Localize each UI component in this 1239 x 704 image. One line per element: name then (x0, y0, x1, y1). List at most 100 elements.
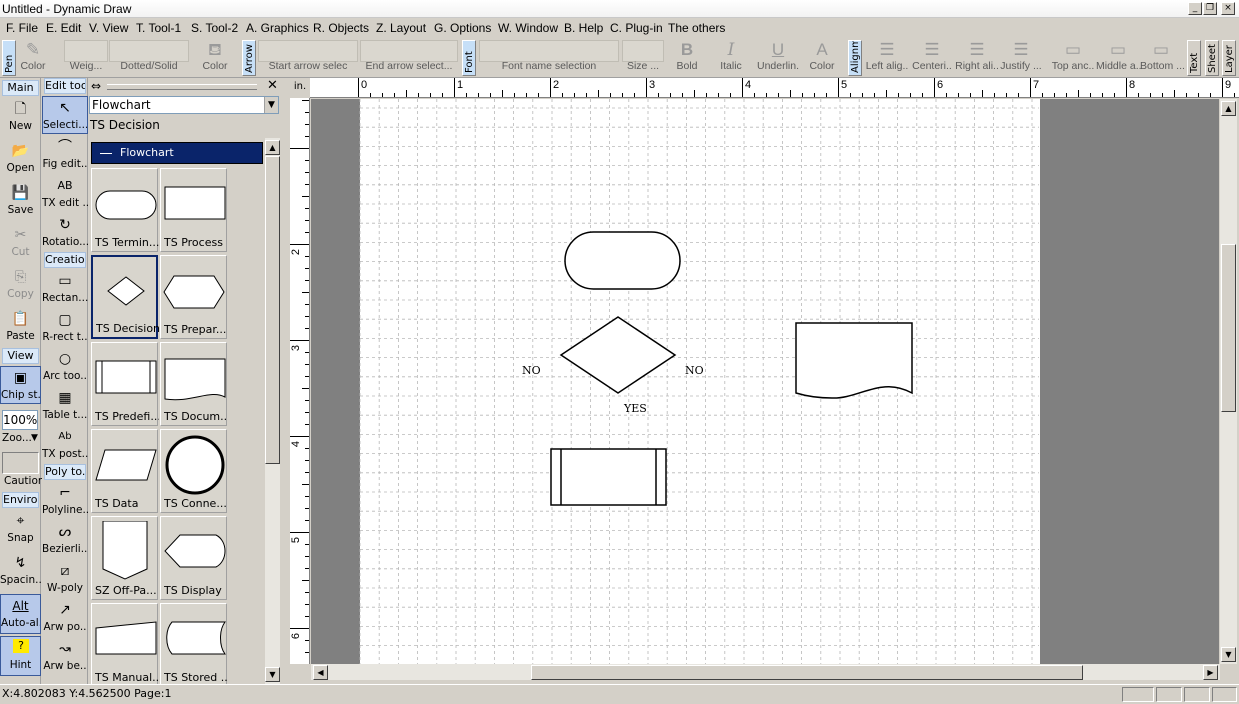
align-left-button[interactable]: ☰ Left alig.. (864, 40, 910, 76)
document-shape[interactable] (795, 322, 913, 399)
shape-predefined[interactable]: TS Predefi... (91, 342, 159, 426)
end-arrow-select[interactable]: End arrow select... (360, 40, 458, 76)
menu-tool1[interactable]: T. Tool-1 (136, 21, 181, 35)
tx-edit-tool[interactable]: AB TX edit .. (42, 175, 88, 217)
auto-align-button[interactable]: Alt Auto-al... (0, 594, 41, 634)
selection-tool[interactable]: ↖ Selecti... (42, 96, 88, 134)
save-button[interactable]: 💾 Save (0, 182, 41, 224)
terminator-shape[interactable] (564, 231, 681, 290)
label-no-right[interactable]: NO (685, 364, 704, 377)
canvas-vscroll-thumb[interactable] (1221, 244, 1236, 412)
middle-anchor-button[interactable]: ▭ Middle a.. (1096, 40, 1142, 76)
canvas-scroll-up-icon[interactable]: ▲ (1221, 101, 1236, 116)
top-anchor-button[interactable]: ▭ Top anc.. (1050, 40, 1096, 76)
snap-button[interactable]: ⌖ Snap (0, 510, 41, 552)
scroll-up-icon[interactable]: ▲ (265, 140, 280, 155)
font-size-select[interactable]: Size ... (622, 40, 664, 76)
menu-options[interactable]: G. Options (434, 21, 491, 35)
menu-graphics[interactable]: A. Graphics (246, 21, 309, 35)
text-color-button[interactable]: A Color (800, 40, 844, 76)
predefined-process-shape[interactable] (550, 448, 667, 506)
panel-close-icon[interactable]: ✕ (267, 78, 278, 93)
bezier-tool[interactable]: ᔕ Bezierli... (42, 521, 88, 563)
shape-off-page[interactable]: SZ Off-Pa... (91, 516, 158, 600)
shape-decision[interactable]: TS Decision (91, 255, 160, 339)
tab-text[interactable]: Text (1187, 40, 1201, 76)
canvas-vertical-scrollbar[interactable]: ▲ ▼ (1220, 99, 1237, 664)
justify-button[interactable]: ☰ Justify ... (999, 40, 1043, 76)
tab-arrow[interactable]: Arrow (242, 40, 256, 76)
menu-tool2[interactable]: S. Tool-2 (191, 21, 238, 35)
paste-button[interactable]: 📋 Paste (0, 308, 41, 350)
bold-button[interactable]: B Bold (670, 40, 704, 76)
zoom-input[interactable]: 100% (2, 410, 38, 430)
maximize-button[interactable]: ❐ (1203, 2, 1217, 15)
pen-style-button[interactable]: Dotted/Solid (109, 40, 189, 76)
decision-shape[interactable] (559, 316, 677, 394)
arrow-poly-tool[interactable]: ↗ Arw po.. (42, 599, 88, 641)
font-name-select[interactable]: Font name selection (479, 40, 619, 76)
tab-sheet[interactable]: Sheet (1205, 40, 1219, 76)
category-select[interactable]: Flowchart ▼ (89, 96, 279, 114)
w-poly-tool[interactable]: ⧄ W-poly (42, 560, 88, 602)
canvas-scroll-right-icon[interactable]: ▶ (1203, 665, 1218, 680)
underline-button[interactable]: U Underlin. (756, 40, 800, 76)
close-button[interactable]: × (1221, 2, 1235, 15)
canvas-horizontal-scrollbar[interactable]: ◀ ▶ (311, 664, 1220, 680)
rotation-tool[interactable]: ↻ Rotatio... (42, 214, 88, 256)
polyline-tool[interactable]: ⌐ Polyline.. (42, 482, 88, 524)
flowchart-group-header[interactable]: Flowchart (91, 142, 263, 164)
align-right-button[interactable]: ☰ Right ali.. (955, 40, 999, 76)
open-button[interactable]: 📂 Open (0, 140, 41, 182)
tab-pen[interactable]: Pen (2, 40, 16, 76)
shape-list-scrollbar[interactable]: ▲ ▼ (265, 138, 280, 684)
cut-button[interactable]: ✂ Cut (0, 224, 41, 266)
align-center-button[interactable]: ☰ Centeri.. (910, 40, 954, 76)
arrow-bezier-tool[interactable]: ↝ Arw be.. (42, 638, 88, 680)
rectangle-tool[interactable]: ▭ Rectan... (42, 270, 88, 312)
canvas-scroll-left-icon[interactable]: ◀ (313, 665, 328, 680)
drawing-canvas[interactable]: NO NO YES (311, 99, 1219, 664)
start-arrow-select[interactable]: Start arrow selec (258, 40, 358, 76)
panel-grip[interactable] (107, 84, 257, 90)
menu-objects[interactable]: R. Objects (313, 21, 369, 35)
shape-data[interactable]: TS Data (91, 429, 158, 513)
shape-document[interactable]: TS Docum... (160, 342, 228, 426)
category-chevron-down-icon[interactable]: ▼ (264, 97, 278, 113)
new-button[interactable]: 🗋 New (0, 98, 41, 140)
menu-edit[interactable]: E. Edit (46, 21, 81, 35)
italic-button[interactable]: I Italic (714, 40, 748, 76)
shape-list-scroll-thumb[interactable] (265, 156, 280, 464)
menu-others[interactable]: The others (668, 21, 725, 35)
table-tool[interactable]: ▦ Table t... (42, 387, 88, 429)
pen-weight-button[interactable]: Weig... (64, 40, 108, 76)
hint-button[interactable]: ? Hint (0, 636, 41, 676)
menu-help[interactable]: B. Help (564, 21, 603, 35)
shape-connector[interactable]: TS Conne... (160, 429, 227, 513)
shape-terminator[interactable]: TS Termin... (91, 168, 159, 252)
fill-color-button[interactable]: ⛾ Color (194, 40, 236, 76)
copy-button[interactable]: ⎘ Copy (0, 266, 41, 308)
menu-layout[interactable]: Z. Layout (376, 21, 426, 35)
chip-style-button[interactable]: ▣ Chip st.. (0, 366, 41, 404)
panel-resize-icon[interactable]: ⇔ (91, 79, 101, 93)
menu-file[interactable]: F. File (6, 21, 38, 35)
zoom-dropdown[interactable]: Zoo... (2, 432, 32, 444)
fig-edit-tool[interactable]: ⌒ Fig edit.. (42, 136, 88, 178)
menu-window[interactable]: W. Window (498, 21, 558, 35)
canvas-scroll-down-icon[interactable]: ▼ (1221, 647, 1236, 662)
tx-post-tool[interactable]: Ab TX post.. (42, 426, 88, 468)
shape-display[interactable]: TS Display (160, 516, 227, 600)
spacing-button[interactable]: ↯ Spacin... (0, 552, 41, 594)
shape-preparation[interactable]: TS Prepar... (160, 255, 227, 339)
label-yes[interactable]: YES (623, 402, 647, 415)
minimize-button[interactable]: _ (1188, 2, 1202, 15)
shape-process[interactable]: TS Process (160, 168, 227, 252)
scroll-down-icon[interactable]: ▼ (265, 667, 280, 682)
pen-color-button[interactable]: ✎ Color (18, 40, 48, 76)
label-no-left[interactable]: NO (522, 364, 541, 377)
canvas-hscroll-thumb[interactable] (531, 665, 1083, 680)
bottom-anchor-button[interactable]: ▭ Bottom ... (1140, 40, 1185, 76)
tab-layer[interactable]: Layer (1222, 40, 1236, 76)
shape-manual[interactable]: TS Manual... (91, 603, 159, 684)
